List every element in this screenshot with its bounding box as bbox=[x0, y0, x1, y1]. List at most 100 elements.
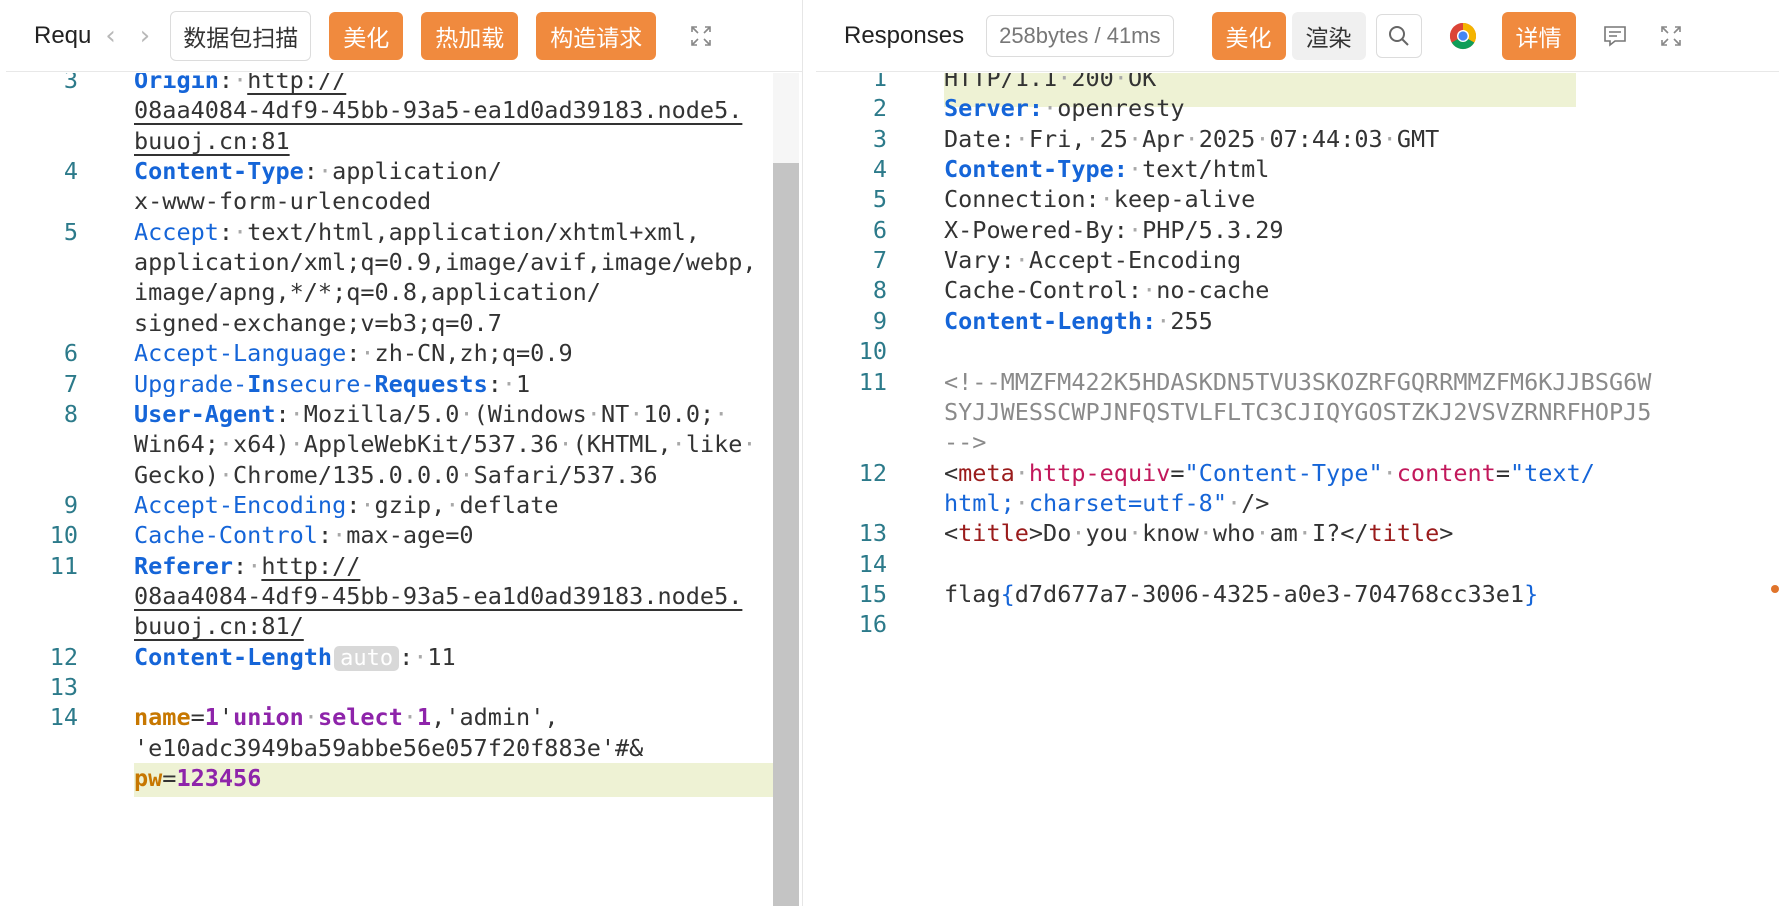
code-text: Date:·Fri,·25·Apr·2025·07:44:03·GMT bbox=[944, 122, 1439, 157]
expand-icon[interactable] bbox=[686, 21, 716, 51]
chevron-right-icon[interactable]: › bbox=[140, 21, 150, 51]
code-token: · bbox=[218, 430, 234, 459]
code-text: Vary:·Accept-Encoding bbox=[944, 243, 1241, 278]
code-token: http-equiv bbox=[1028, 458, 1171, 487]
code-text: application/xml;q=0.9,image/avif,image/w… bbox=[134, 245, 757, 280]
chevron-left-icon[interactable]: ‹ bbox=[105, 21, 115, 51]
code-text: <title>Do·you·know·who·am·I?</title> bbox=[944, 516, 1453, 551]
code-token: · bbox=[459, 460, 474, 489]
code-token: buuoj.cn:81/ bbox=[134, 612, 304, 641]
code-token: · bbox=[413, 642, 428, 671]
auto-badge[interactable]: auto bbox=[334, 645, 400, 671]
request-beautify-button[interactable]: 美化 bbox=[329, 11, 404, 60]
code-token: · bbox=[714, 399, 729, 428]
code-text: Content-Type:·text/html bbox=[944, 152, 1269, 187]
code-token: Upgrade- bbox=[134, 369, 248, 398]
code-token: · bbox=[247, 551, 262, 580]
line-number: 14 bbox=[49, 703, 78, 732]
code-token: · bbox=[1156, 306, 1171, 335]
scroll-indicator bbox=[1771, 585, 1779, 593]
line-number: 8 bbox=[872, 276, 887, 305]
code-token: text/html,application/xhtml+xml, bbox=[247, 217, 700, 246]
code-token: title bbox=[958, 519, 1029, 548]
code-token: · bbox=[1113, 73, 1128, 92]
code-text: html;·charset=utf-8"·/> bbox=[944, 486, 1269, 521]
line-number: 15 bbox=[858, 579, 887, 608]
code-text: Win64;·x64)·AppleWebKit/537.36·(KHTML,·l… bbox=[134, 427, 757, 462]
code-token: { bbox=[1000, 579, 1015, 608]
code-text: flag{d7d677a7-3006-4325-a0e3-704768cc33e… bbox=[944, 577, 1538, 612]
code-token: zh-CN,zh;q=0.9 bbox=[374, 339, 573, 368]
code-token: Accept-Encoding bbox=[1028, 246, 1242, 275]
code-token: 08aa4084-4df9-45bb-93a5-ea1d0ad39183.nod… bbox=[134, 581, 743, 610]
packet-scan-button[interactable]: 数据包扫描 bbox=[170, 10, 312, 61]
code-token: : bbox=[218, 73, 234, 94]
line-number: 3 bbox=[63, 73, 78, 94]
code-token: · bbox=[1127, 124, 1143, 153]
comment-icon[interactable] bbox=[1600, 21, 1630, 51]
request-scrollbar-thumb[interactable] bbox=[773, 163, 799, 906]
code-token: : bbox=[233, 551, 248, 580]
code-token: HTTP/1.1 bbox=[944, 73, 1058, 92]
code-token: · bbox=[1255, 124, 1270, 153]
response-editor[interactable]: 1 HTTP/1.1·200·OK 2 Server:·openresty 3 Date:… bbox=[816, 73, 1779, 906]
request-editor[interactable]: 3 Origin:·http://08aa4084-4df9-45bb-93a5-… bbox=[6, 73, 802, 906]
code-token: gzip, bbox=[374, 490, 446, 519]
line-number: 4 bbox=[63, 157, 78, 186]
line-number: 9 bbox=[63, 490, 78, 519]
search-button[interactable] bbox=[1375, 13, 1422, 58]
code-token: = bbox=[190, 703, 205, 732]
code-token: Referer bbox=[134, 551, 234, 580]
code-token: d7d677a7-3006-4325-a0e3-704768cc33e1 bbox=[1014, 579, 1525, 608]
code-token: x64) bbox=[233, 430, 290, 459]
code-token: : bbox=[346, 490, 361, 519]
code-token: "Content-Type" bbox=[1184, 458, 1383, 487]
code-token: 255 bbox=[1170, 306, 1213, 335]
expand-icon[interactable] bbox=[1656, 21, 1686, 51]
chrome-icon[interactable] bbox=[1448, 21, 1478, 51]
code-token: 1 bbox=[204, 703, 219, 732]
code-token: : bbox=[218, 217, 234, 246]
code-token: AppleWebKit/537.36 bbox=[303, 430, 559, 459]
code-token: · bbox=[233, 217, 248, 246]
code-text: Gecko)·Chrome/135.0.0.0·Safari/537.36 bbox=[134, 458, 658, 493]
code-token: content bbox=[1396, 458, 1496, 487]
render-button[interactable]: 渲染 bbox=[1291, 11, 1366, 60]
code-text: X-Powered-By:·PHP/5.3.29 bbox=[944, 213, 1284, 248]
code-token: you bbox=[1085, 519, 1128, 548]
response-beautify-button[interactable]: 美化 bbox=[1211, 11, 1286, 60]
line-number: 10 bbox=[858, 337, 887, 366]
line-number: 4 bbox=[872, 155, 887, 184]
code-token: know bbox=[1142, 519, 1199, 548]
code-text: Content-Length auto:·11 bbox=[134, 640, 456, 677]
code-token: · bbox=[1255, 519, 1270, 548]
line-number: 14 bbox=[858, 549, 887, 578]
code-token: meta bbox=[958, 458, 1015, 487]
code-token: · bbox=[558, 430, 573, 459]
code-token: Apr bbox=[1142, 124, 1185, 153]
code-token: Connection: bbox=[944, 185, 1100, 214]
hot-reload-button[interactable]: 热加载 bbox=[421, 11, 519, 60]
code-token: Gecko) bbox=[134, 460, 219, 489]
code-token: /> bbox=[1241, 488, 1270, 517]
construct-request-button[interactable]: 构造请求 bbox=[536, 11, 657, 60]
code-token: · bbox=[671, 430, 686, 459]
code-token: = bbox=[1170, 458, 1185, 487]
code-token: · bbox=[1142, 276, 1157, 305]
code-token: · bbox=[501, 369, 517, 398]
code-token: · bbox=[1014, 124, 1029, 153]
code-token: · bbox=[1198, 519, 1213, 548]
code-token: 123456 bbox=[176, 764, 262, 793]
code-token: Date: bbox=[944, 124, 1015, 153]
code-token: · bbox=[289, 399, 304, 428]
code-token: · bbox=[360, 490, 375, 519]
details-button[interactable]: 详情 bbox=[1501, 11, 1576, 60]
code-token: : bbox=[275, 399, 290, 428]
code-token: · bbox=[742, 430, 757, 459]
code-token: Content-Length bbox=[134, 642, 333, 671]
code-token: am bbox=[1269, 519, 1298, 548]
code-token: · bbox=[459, 399, 474, 428]
code-token: OK bbox=[1127, 73, 1157, 92]
code-token: name bbox=[134, 703, 191, 732]
line-number: 3 bbox=[872, 124, 887, 153]
